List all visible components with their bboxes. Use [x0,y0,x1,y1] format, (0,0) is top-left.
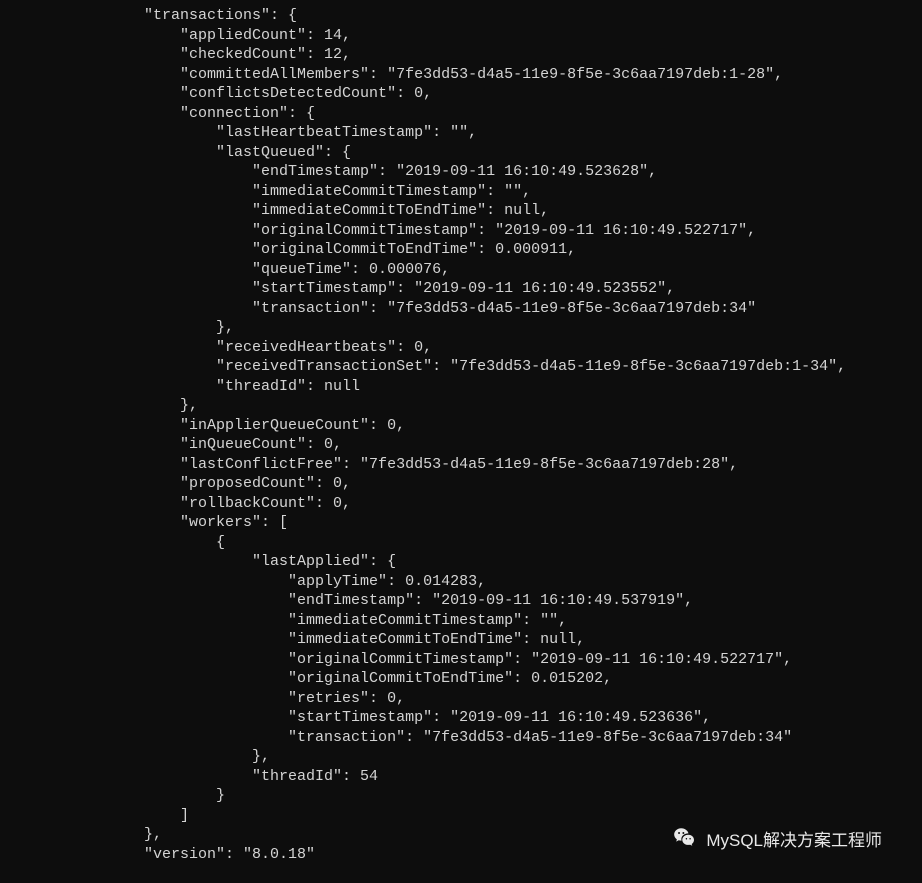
watermark: MySQL解决方案工程师 [672,825,882,857]
watermark-label: MySQL解决方案工程师 [706,830,882,852]
json-output[interactable]: "transactions": { "appliedCount": 14, "c… [0,0,922,864]
wechat-icon [672,825,698,857]
